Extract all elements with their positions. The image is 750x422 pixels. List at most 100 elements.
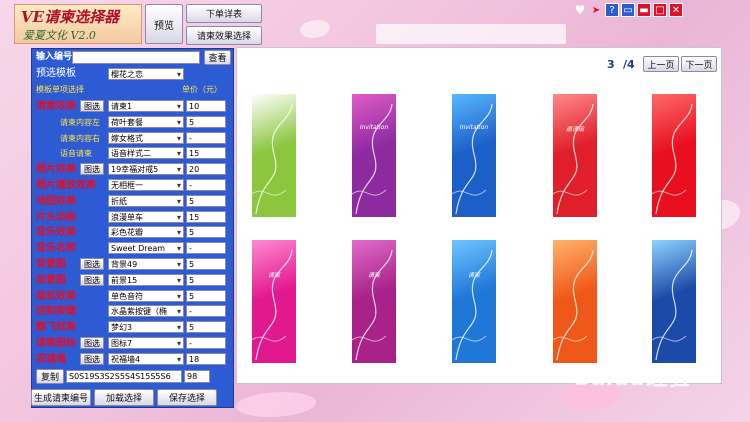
minimize-icon[interactable]: ▬ (637, 3, 651, 17)
option-label: 祝福墙 (36, 353, 66, 365)
template-card[interactable] (252, 94, 296, 217)
option-price[interactable]: 15 (186, 210, 226, 223)
code-total: 98 (184, 370, 210, 383)
option-price[interactable]: 5 (186, 194, 226, 207)
image-pick-button[interactable]: 图选 (80, 163, 104, 176)
option-label: 鼠标效果 (36, 290, 76, 302)
option-price[interactable]: 5 (186, 321, 226, 334)
option-select[interactable]: 图标7 (108, 337, 184, 349)
option-select[interactable]: 水晶紫按键（椭 (108, 305, 184, 318)
input-code-label: 输入编号 (36, 52, 73, 62)
option-row: 请柬内容左荷叶套餐5 (32, 115, 235, 129)
option-price[interactable]: 5 (186, 226, 226, 239)
order-detail-button[interactable]: 下单详表 (186, 4, 262, 23)
template-card[interactable] (553, 240, 597, 363)
option-label: 控制按键 (36, 306, 76, 318)
option-row: 音乐名称 Sweet Dream- (32, 242, 235, 255)
image-pick-button[interactable]: 图选 (80, 100, 104, 112)
load-selection-button[interactable]: 加载选择 (94, 389, 154, 406)
template-card[interactable]: 请柬 (452, 240, 496, 363)
page-total: /4 (623, 58, 635, 71)
card-caption: 邀请函 (565, 126, 584, 133)
option-select[interactable]: 请柬1 (108, 100, 184, 112)
page-current: 3 (607, 58, 615, 71)
option-select[interactable]: 19幸福对戒5 (108, 163, 184, 176)
template-card[interactable]: Invitation (452, 94, 496, 217)
template-header: 模板单项选择 (36, 85, 84, 94)
preview-button[interactable]: 预览 (145, 4, 183, 44)
next-page-button[interactable]: 下一页 (681, 56, 717, 72)
image-pick-button[interactable]: 图选 (80, 337, 104, 349)
code-output[interactable]: S0S19S3S2S5S4S15S5S6 (66, 370, 182, 383)
option-select[interactable]: 梦幻3 (108, 321, 184, 334)
template-card[interactable]: 邀请函 (553, 94, 597, 217)
option-price[interactable]: 10 (186, 100, 226, 112)
template-card[interactable] (652, 94, 696, 217)
option-price[interactable]: 15 (186, 147, 226, 160)
card-caption: 请柬 (467, 272, 480, 279)
option-select[interactable]: 无相框一 (108, 179, 184, 191)
option-label: 飘飞效果 (36, 322, 76, 334)
option-price[interactable]: - (186, 337, 226, 349)
close-icon[interactable]: ✕ (669, 3, 683, 17)
template-card[interactable] (652, 240, 696, 363)
code-input[interactable] (72, 51, 200, 64)
option-row: 片头动画 浪漫单车15 (32, 210, 235, 224)
option-price[interactable]: 20 (186, 163, 226, 176)
view-button[interactable]: 查看 (204, 50, 231, 65)
option-label: 请柬效果 (36, 101, 76, 112)
cursor-icon[interactable]: ➤ (589, 3, 603, 17)
option-price[interactable]: 18 (186, 352, 226, 365)
prev-page-button[interactable]: 上一页 (643, 56, 679, 72)
restore-icon[interactable]: ▭ (621, 3, 635, 17)
option-price[interactable]: - (186, 179, 226, 191)
option-price[interactable]: - (186, 131, 226, 144)
option-select[interactable]: 语音样式二 (108, 147, 184, 160)
logo-title: VE请柬选择器 (21, 8, 120, 26)
option-price[interactable]: 5 (186, 115, 226, 128)
option-select[interactable]: 彩色花瓣 (108, 226, 184, 239)
option-select[interactable]: 折纸 (108, 194, 184, 207)
option-price[interactable]: 5 (186, 258, 226, 270)
option-select[interactable]: 祝福墙4 (108, 352, 184, 365)
option-price[interactable]: - (186, 305, 226, 318)
option-row: 语音请柬 语音样式二15 (32, 147, 235, 160)
save-selection-button[interactable]: 保存选择 (157, 389, 217, 406)
option-select[interactable]: 背景49 (108, 258, 184, 270)
heart-icon[interactable]: ♥ (573, 3, 587, 17)
option-price[interactable]: 5 (186, 289, 226, 302)
image-pick-button[interactable]: 图选 (80, 352, 104, 365)
image-pick-button[interactable]: 图选 (80, 273, 104, 286)
help-icon[interactable]: ? (605, 3, 619, 17)
unit-price-header: 单价（元） (182, 85, 222, 94)
effect-select-button[interactable]: 请柬效果选择 (186, 26, 262, 45)
maximize-icon[interactable]: □ (653, 3, 667, 17)
option-select[interactable]: 荷叶套餐 (108, 115, 184, 128)
option-label: 请柬图标 (36, 338, 76, 349)
image-pick-button[interactable]: 图选 (80, 258, 104, 270)
option-row: 照片效果图选 19幸福对戒520 (32, 163, 235, 176)
background-petal (236, 392, 316, 417)
generate-code-button[interactable]: 生成请柬编号 (31, 389, 91, 406)
option-label: 请柬内容右 (60, 133, 100, 143)
copy-button[interactable]: 复制 (36, 369, 64, 384)
template-card[interactable]: 请柬 (352, 240, 396, 363)
option-select[interactable]: Sweet Dream (108, 242, 184, 255)
template-card[interactable]: 请柬 (252, 240, 296, 363)
swirl-decoration (553, 103, 594, 215)
option-select[interactable]: 前景15 (108, 273, 184, 286)
template-card[interactable]: Invitation (352, 94, 396, 217)
swirl-decoration (553, 249, 594, 361)
background-petal (300, 20, 330, 38)
preset-select[interactable]: 樱花之恋 (108, 68, 184, 80)
option-row: 地图效果 折纸5 (32, 194, 235, 208)
swirl-decoration (652, 249, 693, 361)
option-price[interactable]: - (186, 242, 226, 255)
option-row: 祝福墙 图选祝福墙418 (32, 352, 235, 366)
option-select[interactable]: 单色音符 (108, 289, 184, 302)
option-select[interactable]: 嫁女格式 (108, 131, 184, 144)
swirl-decoration (252, 249, 293, 361)
option-select[interactable]: 浪漫单车 (108, 210, 184, 223)
template-gallery: 3 /4 上一页 下一页 Invitation Invitation 邀请函 请柬 请柬… (236, 47, 722, 384)
option-price[interactable]: 5 (186, 273, 226, 286)
